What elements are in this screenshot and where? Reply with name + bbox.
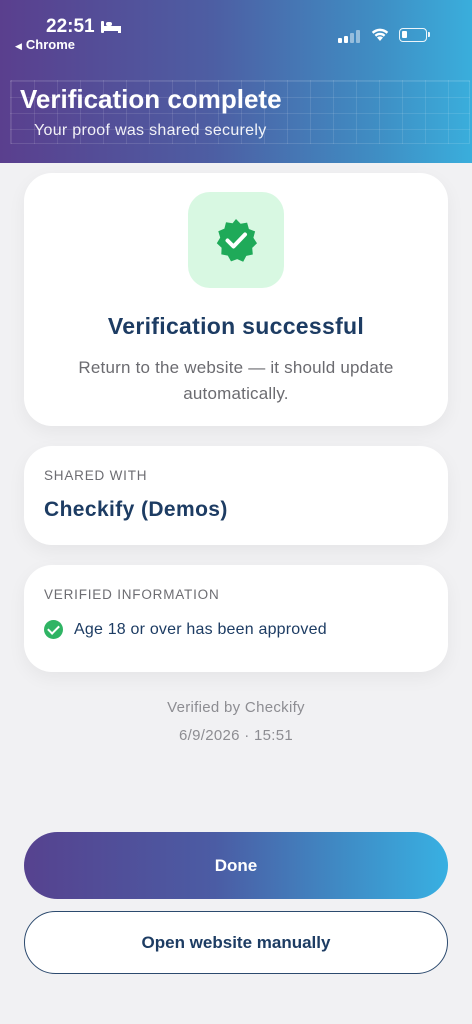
back-to-app-link[interactable]: ◀ Chrome xyxy=(15,37,75,52)
shared-with-value: Checkify (Demos) xyxy=(44,498,228,521)
back-triangle-icon: ◀ xyxy=(15,41,22,51)
back-app-label: Chrome xyxy=(25,37,76,52)
battery-icon xyxy=(399,28,430,42)
success-icon-tile xyxy=(188,192,284,288)
page-title: Verification complete xyxy=(20,84,282,114)
cellular-signal-icon xyxy=(338,30,362,43)
verification-timestamp: 6/9/2026 · 15:51 xyxy=(178,727,294,744)
open-website-button[interactable]: Open website manually xyxy=(24,911,448,974)
check-circle-icon xyxy=(44,620,63,639)
header: 22:51 ◀ Chrome Verification complete Your… xyxy=(0,0,472,163)
done-button[interactable]: Done xyxy=(24,832,448,899)
success-card: Verification successful Return to the we… xyxy=(24,173,448,426)
shared-with-card: SHARED WITH Checkify (Demos) xyxy=(24,446,448,545)
verified-information-label: VERIFIED INFORMATION xyxy=(44,587,220,602)
verified-by-text: Verified by Checkify xyxy=(167,699,305,716)
sleep-mode-icon xyxy=(100,21,121,33)
verified-item: Age 18 or over has been approved xyxy=(44,620,327,639)
success-message: Return to the website — it should update… xyxy=(78,358,394,403)
verified-badge-icon xyxy=(216,219,257,262)
verified-information-card: VERIFIED INFORMATION Age 18 or over has … xyxy=(24,565,448,672)
time-text: 22:51 xyxy=(46,16,95,37)
shared-with-label: SHARED WITH xyxy=(44,468,148,483)
success-title: Verification successful xyxy=(107,313,365,339)
wifi-icon xyxy=(371,28,389,41)
page-subtitle: Your proof was shared securely xyxy=(34,122,267,139)
verified-item-text: Age 18 or over has been approved xyxy=(74,620,327,638)
status-bar-time: 22:51 xyxy=(46,16,121,38)
